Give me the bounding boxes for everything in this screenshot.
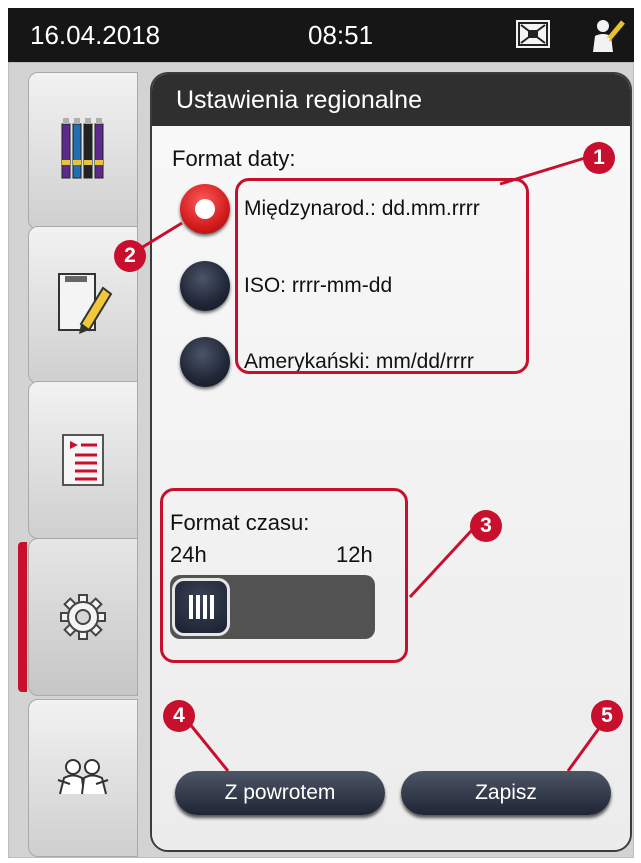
callout-badge-4: 4: [163, 700, 195, 732]
callout-box-time-format: [160, 488, 408, 663]
callout-box-date-format: [235, 178, 529, 374]
callout-lines: [127, 156, 607, 772]
callout-badge-5: 5: [591, 700, 623, 732]
callout-badge-2: 2: [114, 240, 146, 272]
callout-badge-1: 1: [583, 142, 615, 174]
callout-badge-3: 3: [470, 510, 502, 542]
